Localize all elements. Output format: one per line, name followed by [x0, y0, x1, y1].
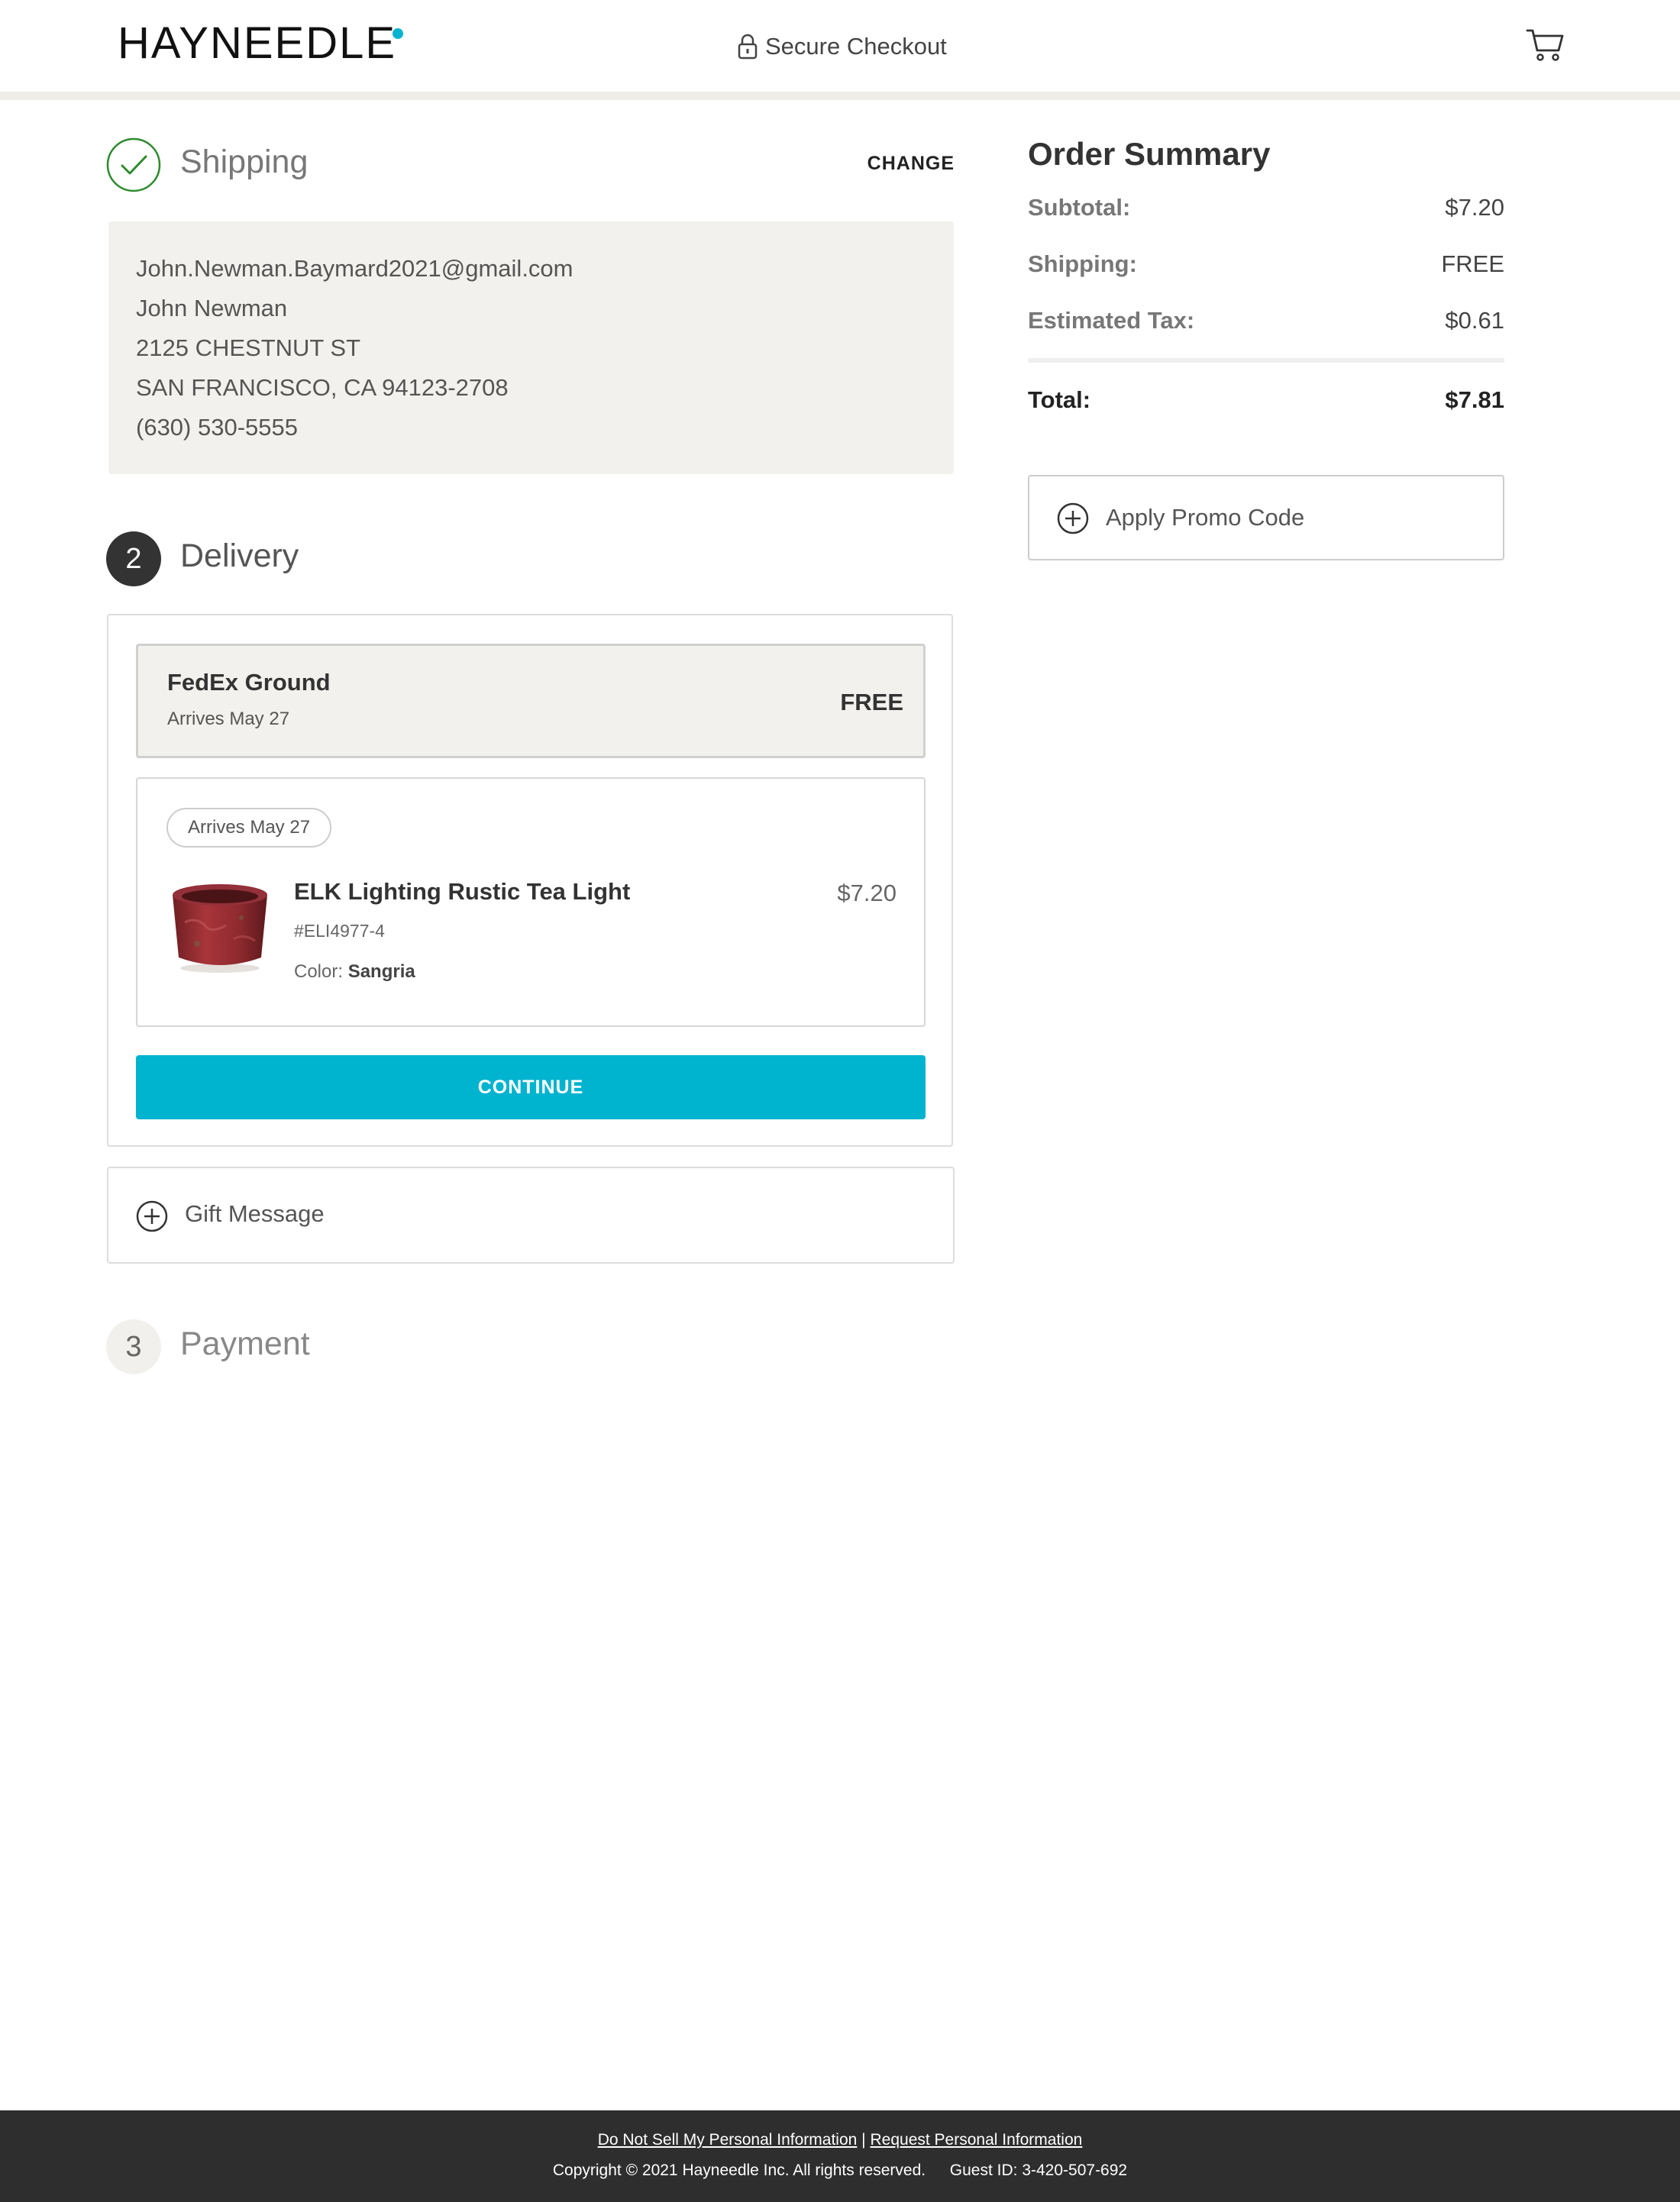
header-divider — [0, 92, 1680, 100]
continue-button[interactable]: CONTINUE — [136, 1055, 926, 1119]
secure-checkout-text: Secure Checkout — [765, 33, 947, 60]
footer-links: Do Not Sell My Personal Information | Re… — [0, 2131, 1680, 2149]
address-phone: (630) 530-5555 — [136, 414, 298, 441]
subtotal-value: $7.20 — [1445, 194, 1504, 221]
address-name: John Newman — [136, 295, 288, 321]
shipping-complete-check-icon — [106, 137, 161, 192]
product-color: Color: Sangria — [294, 961, 415, 983]
total-value: $7.81 — [1445, 386, 1504, 413]
address-email: John.Newman.Baymard2021@gmail.com — [136, 255, 573, 282]
address-street: 2125 CHESTNUT ST — [136, 334, 361, 361]
plus-circle-icon — [136, 1200, 168, 1232]
plus-circle-icon — [1057, 502, 1089, 534]
payment-step-number: 3 — [106, 1319, 161, 1374]
gift-message-label: Gift Message — [185, 1200, 325, 1227]
site-header: HAYNEEDLE Secure Checkout — [0, 0, 1680, 92]
apply-promo-code-label: Apply Promo Code — [1106, 504, 1305, 531]
shipping-option-price: FREE — [840, 689, 903, 715]
order-summary-title: Order Summary — [1028, 136, 1271, 172]
cart-item-card: Arrives May 27 ELK Lighting Rustic Tea L… — [136, 777, 926, 1027]
secure-checkout-label: Secure Checkout — [738, 27, 947, 66]
subtotal-label: Subtotal: — [1028, 194, 1131, 221]
shipping-option-fedex-ground[interactable]: FedEx Ground Arrives May 27 FREE — [136, 644, 926, 758]
delivery-step-title: Delivery — [180, 538, 299, 574]
do-not-sell-link[interactable]: Do Not Sell My Personal Information — [598, 2131, 858, 2149]
product-price: $7.20 — [837, 880, 897, 906]
arrival-date-pill: Arrives May 27 — [166, 808, 332, 848]
site-footer: Do Not Sell My Personal Information | Re… — [0, 2110, 1680, 2202]
guest-id-text: Guest ID: 3-420-507-692 — [949, 2162, 1128, 2179]
shipping-cost-value: FREE — [1441, 250, 1504, 277]
product-sku: #ELI4977-4 — [294, 921, 385, 941]
footer-link-separator: | — [861, 2131, 866, 2149]
summary-divider — [1028, 358, 1504, 363]
shipping-option-arrival: Arrives May 27 — [167, 709, 290, 729]
shipping-cost-label: Shipping: — [1028, 250, 1137, 277]
footer-copyright-line: Copyright © 2021 Hayneedle Inc. All righ… — [0, 2162, 1680, 2180]
payment-step-title: Payment — [180, 1325, 310, 1362]
estimated-tax-value: $0.61 — [1445, 307, 1504, 334]
product-color-value: Sangria — [347, 961, 415, 982]
change-shipping-button[interactable]: CHANGE — [840, 153, 955, 175]
delivery-step-number: 2 — [106, 531, 161, 586]
total-label: Total: — [1028, 386, 1091, 413]
logo-dot — [393, 28, 403, 39]
estimated-tax-label: Estimated Tax: — [1028, 307, 1195, 334]
shipping-step-title: Shipping — [180, 144, 309, 180]
apply-promo-code-toggle[interactable]: Apply Promo Code — [1028, 475, 1504, 560]
product-name[interactable]: ELK Lighting Rustic Tea Light — [294, 878, 630, 906]
shipping-option-name: FedEx Ground — [167, 669, 331, 696]
cart-icon[interactable] — [1526, 26, 1565, 63]
gift-message-toggle[interactable]: Gift Message — [107, 1167, 955, 1264]
shipping-address-panel: John.Newman.Baymard2021@gmail.com John N… — [108, 221, 954, 474]
address-city-state-zip: SAN FRANCISCO, CA 94123-2708 — [136, 374, 509, 401]
hayneedle-logo[interactable]: HAYNEEDLE — [118, 17, 396, 70]
request-personal-info-link[interactable]: Request Personal Information — [870, 2131, 1082, 2149]
copyright-text: Copyright © 2021 Hayneedle Inc. All righ… — [552, 2162, 926, 2179]
product-color-label: Color: — [294, 961, 344, 982]
product-image — [166, 878, 273, 977]
lock-icon — [738, 34, 758, 60]
